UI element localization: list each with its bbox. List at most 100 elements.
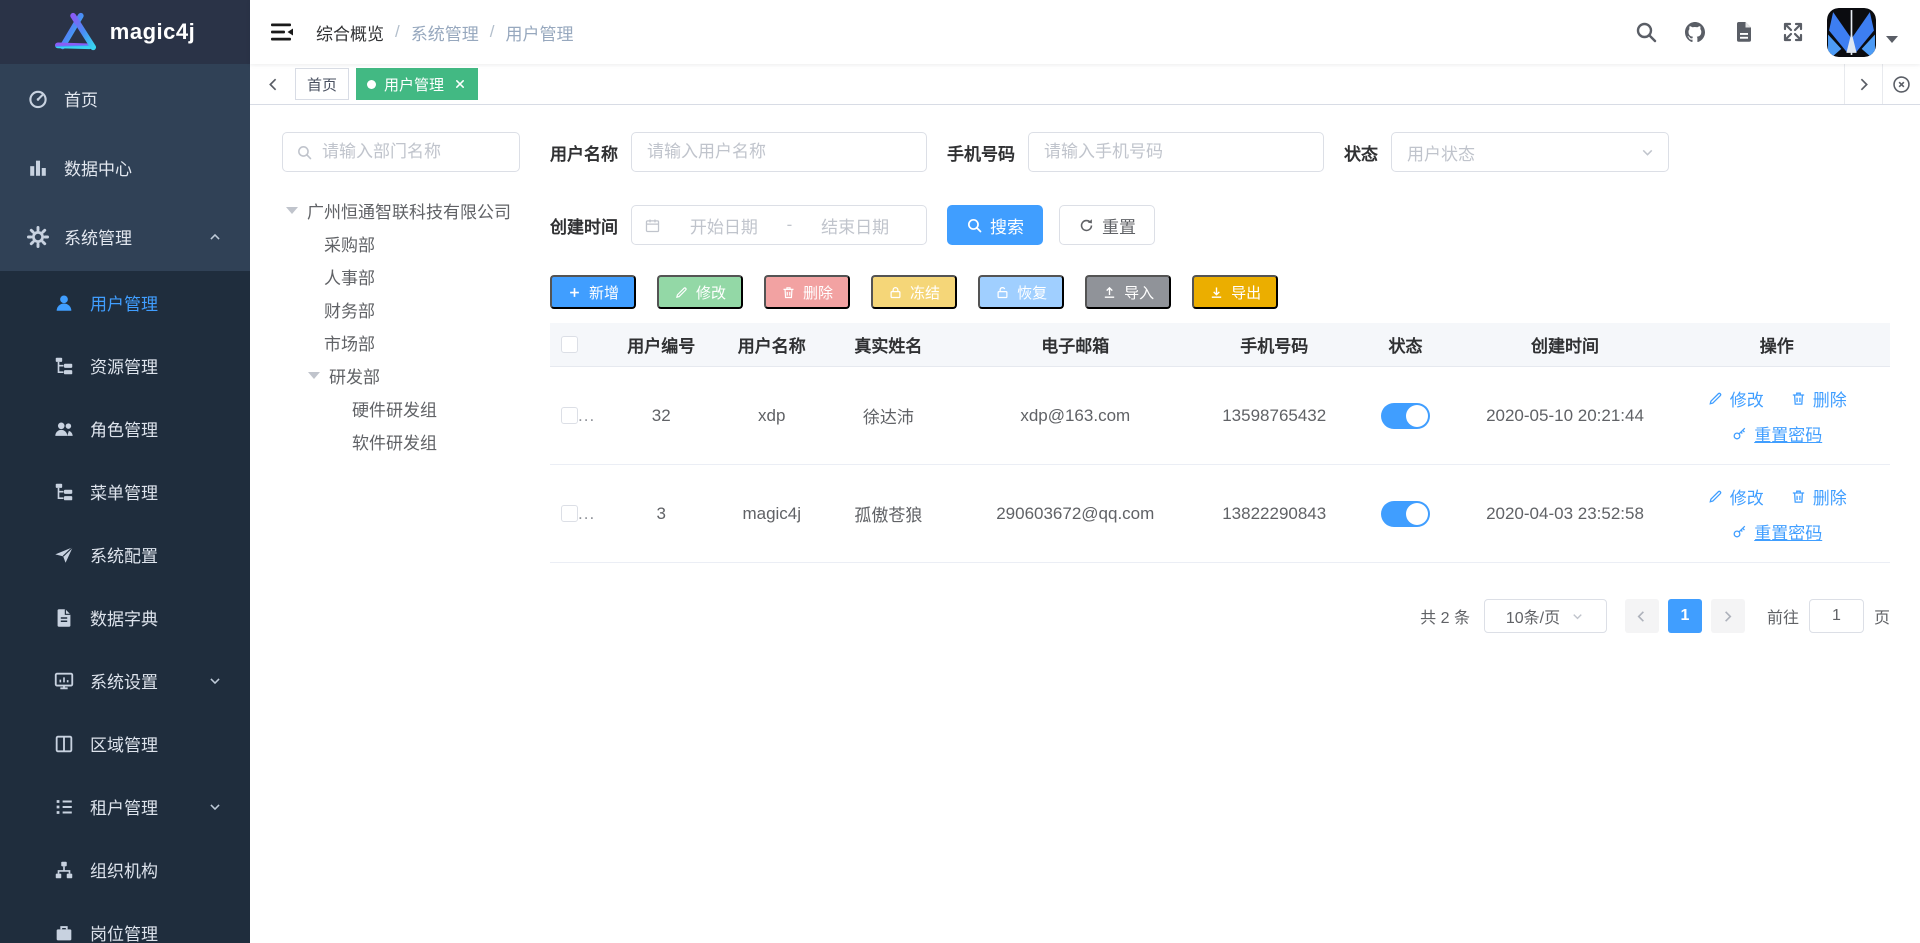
status-toggle[interactable]	[1381, 501, 1430, 527]
search-icon[interactable]	[1634, 20, 1658, 44]
tree-node-hardware[interactable]: 硬件研发组	[282, 392, 520, 425]
sidebar-item-organization[interactable]: 组织机构	[0, 838, 250, 901]
row-edit-link[interactable]: 修改	[1707, 484, 1764, 509]
prev-page-button[interactable]	[1625, 599, 1659, 633]
export-button[interactable]: 导出	[1192, 275, 1278, 309]
column-header: 用户编号	[609, 332, 714, 357]
department-search	[282, 132, 520, 172]
breadcrumb-item[interactable]: 综合概览	[316, 20, 384, 45]
username-label: 用户名称	[550, 140, 618, 165]
edit-button[interactable]: 修改	[657, 275, 743, 309]
peoples-icon	[53, 418, 75, 440]
ellipsis: ...	[578, 406, 595, 426]
table-header-row: 用户编号 用户名称 真实姓名 电子邮箱 手机号码 状态 创建时间 操作	[550, 323, 1890, 367]
tree-node-software[interactable]: 软件研发组	[282, 425, 520, 458]
active-dot	[367, 80, 376, 89]
add-button[interactable]: 新增	[550, 275, 636, 309]
status-toggle[interactable]	[1381, 403, 1430, 429]
chevron-down-icon	[1570, 609, 1585, 624]
created-label: 创建时间	[550, 213, 618, 238]
page-size-select[interactable]: 10条/页	[1484, 599, 1607, 633]
filter-row-1: 用户名称 手机号码 状态 用户状态	[550, 132, 1890, 172]
row-reset-password-link[interactable]: 重置密码	[1731, 421, 1822, 446]
sidebar-item-users[interactable]: 用户管理	[0, 271, 250, 334]
tab-user-mgmt[interactable]: 用户管理	[356, 68, 478, 100]
row-delete-link[interactable]: 删除	[1790, 484, 1847, 509]
sidebar-item-posts[interactable]: 岗位管理	[0, 901, 250, 943]
ellipsis: ...	[578, 504, 595, 524]
search-button[interactable]: 搜索	[947, 205, 1043, 245]
tabs-scroll-left-button[interactable]	[258, 64, 288, 104]
delete-button[interactable]: 删除	[764, 275, 850, 309]
cell-user-id: 32	[609, 406, 714, 426]
table-row: ... 32 xdp 徐达沛 xdp@163.com 13598765432 2…	[550, 367, 1890, 465]
tree-expand-icon[interactable]	[308, 372, 320, 379]
row-checkbox[interactable]	[561, 407, 578, 424]
tree-node-rd[interactable]: 研发部	[282, 359, 520, 392]
tabs-scroll-right-button[interactable]	[1844, 64, 1882, 104]
row-checkbox[interactable]	[561, 505, 578, 522]
sidebar-item-label: 系统管理	[64, 224, 132, 249]
column-header: 创建时间	[1467, 332, 1664, 357]
sidebar-item-regions[interactable]: 区域管理	[0, 712, 250, 775]
tree-node-hr[interactable]: 人事部	[282, 260, 520, 293]
select-all-checkbox[interactable]	[561, 336, 578, 353]
goto-page-input[interactable]	[1809, 599, 1864, 633]
tree-icon	[53, 355, 75, 377]
sidebar-item-system-settings[interactable]: 系统设置	[0, 649, 250, 712]
freeze-button[interactable]: 冻结	[871, 275, 957, 309]
tree-node-purchasing[interactable]: 采购部	[282, 227, 520, 260]
next-page-button[interactable]	[1711, 599, 1745, 633]
date-range-picker[interactable]: 开始日期 - 结束日期	[631, 205, 927, 245]
column-header: 电子邮箱	[947, 332, 1204, 357]
phone-input[interactable]	[1044, 142, 1308, 162]
chevron-down-icon	[208, 800, 222, 814]
department-search-input[interactable]	[322, 142, 506, 162]
tree-node-label: 采购部	[324, 231, 375, 256]
row-edit-link[interactable]: 修改	[1707, 386, 1764, 411]
restore-button[interactable]: 恢复	[978, 275, 1064, 309]
document-icon[interactable]	[1732, 20, 1756, 44]
hamburger-icon[interactable]	[268, 20, 296, 44]
sidebar-item-roles[interactable]: 角色管理	[0, 397, 250, 460]
breadcrumb: 综合概览 / 系统管理 / 用户管理	[316, 20, 573, 45]
start-date-placeholder[interactable]: 开始日期	[665, 213, 783, 238]
fullscreen-icon[interactable]	[1781, 20, 1805, 44]
tabs-close-all-button[interactable]	[1882, 64, 1920, 104]
breadcrumb-item: 用户管理	[505, 20, 573, 45]
tab-close-icon[interactable]	[453, 77, 467, 91]
avatar[interactable]	[1827, 8, 1876, 57]
sidebar-item-data-center[interactable]: 数据中心	[0, 133, 250, 202]
github-icon[interactable]	[1683, 20, 1707, 44]
status-select[interactable]: 用户状态	[1391, 132, 1669, 172]
sidebar-item-menus[interactable]: 菜单管理	[0, 460, 250, 523]
tab-home[interactable]: 首页	[295, 68, 349, 100]
tree-node-label: 市场部	[324, 330, 375, 355]
user-menu[interactable]	[1827, 8, 1898, 57]
sidebar-item-label: 区域管理	[90, 731, 158, 756]
sidebar-item-dictionary[interactable]: 数据字典	[0, 586, 250, 649]
tree-node-marketing[interactable]: 市场部	[282, 326, 520, 359]
monitor-icon	[53, 670, 75, 692]
reset-button[interactable]: 重置	[1059, 205, 1155, 245]
sidebar-item-home[interactable]: 首页	[0, 64, 250, 133]
row-reset-password-link[interactable]: 重置密码	[1731, 519, 1822, 544]
sidebar-submenu: 用户管理 资源管理 角色管理 菜单管理 系统配置 数据字典	[0, 271, 250, 943]
tree-expand-icon[interactable]	[286, 207, 298, 214]
row-delete-link[interactable]: 删除	[1790, 386, 1847, 411]
sidebar-item-system-config[interactable]: 系统配置	[0, 523, 250, 586]
tree-node-finance[interactable]: 财务部	[282, 293, 520, 326]
tree-node-company[interactable]: 广州恒通智联科技有限公司	[282, 194, 520, 227]
import-button[interactable]: 导入	[1085, 275, 1171, 309]
app-logo[interactable]: magic4j	[0, 0, 250, 64]
sidebar-item-system-mgmt[interactable]: 系统管理	[0, 202, 250, 271]
cell-phone: 13598765432	[1204, 406, 1345, 426]
username-input[interactable]	[647, 142, 911, 162]
chevron-up-icon	[208, 230, 222, 244]
lock-icon	[888, 285, 903, 300]
sidebar-item-resources[interactable]: 资源管理	[0, 334, 250, 397]
sidebar-item-tenants[interactable]: 租户管理	[0, 775, 250, 838]
trash-icon	[1790, 390, 1807, 407]
page-number-current[interactable]: 1	[1668, 599, 1702, 633]
end-date-placeholder[interactable]: 结束日期	[796, 213, 914, 238]
